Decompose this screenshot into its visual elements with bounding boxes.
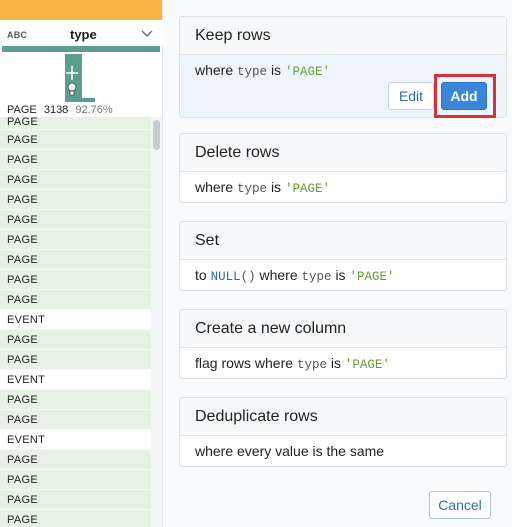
value-literal: 'PAGE' <box>344 358 390 372</box>
stat-count: 3138 <box>43 104 69 116</box>
scrollbar-thumb[interactable] <box>153 120 160 150</box>
suggestion-description: where type is 'PAGE' Edit Add <box>180 55 506 118</box>
value-literal: 'PAGE' <box>349 270 395 284</box>
string-type-icon[interactable]: ABC <box>7 30 27 40</box>
chevron-down-icon[interactable] <box>141 28 153 38</box>
histogram-bar-event[interactable] <box>65 98 95 102</box>
cursor-icon <box>66 66 78 96</box>
column-ref: type <box>301 270 332 284</box>
suggestion-title: Set <box>180 222 506 260</box>
column-ref: type <box>296 358 327 372</box>
suggestions-panel: Keep rows where type is 'PAGE' Edit Add … <box>163 0 512 527</box>
table-row[interactable]: PAGE <box>0 190 151 210</box>
table-row[interactable]: PAGE <box>0 290 151 310</box>
table-row[interactable]: PAGE <box>0 170 151 190</box>
column-quality-bar <box>2 46 160 52</box>
table-row[interactable]: PAGE <box>0 330 151 350</box>
table-row[interactable]: EVENT <box>0 370 151 390</box>
table-row[interactable]: PAGE <box>0 390 151 410</box>
edit-button[interactable]: Edit <box>388 82 434 110</box>
value-literal: 'PAGE' <box>284 182 330 196</box>
table-row[interactable]: PAGE <box>0 130 151 150</box>
suggestion-description: where every value is the same <box>195 443 385 459</box>
table-row[interactable]: PAGE <box>0 270 151 290</box>
text-is: is <box>330 355 341 371</box>
suggestion-title: Keep rows <box>180 17 506 55</box>
cancel-button[interactable]: Cancel <box>429 491 491 519</box>
table-row[interactable]: PAGE <box>0 350 151 370</box>
suggestion-description: where type is 'PAGE' <box>180 172 506 202</box>
function-parens: () <box>240 270 256 284</box>
table-row[interactable]: PAGE <box>0 117 151 130</box>
function-name: NULL <box>210 270 241 284</box>
table-row[interactable]: PAGE <box>0 410 151 430</box>
table-row[interactable]: PAGE <box>0 230 151 250</box>
suggestion-title: Create a new column <box>180 310 506 348</box>
text-prefix: flag rows where <box>195 355 294 371</box>
table-row[interactable]: PAGE <box>0 150 151 170</box>
suggestion-title: Delete rows <box>180 134 506 172</box>
text-where: where <box>195 62 234 78</box>
table-row[interactable]: PAGE <box>0 210 151 230</box>
suggestion-title: Deduplicate rows <box>180 398 506 436</box>
add-button-highlight <box>434 74 496 118</box>
text-is: is <box>335 267 346 283</box>
column-header-strip <box>0 0 162 20</box>
column-ref: type <box>237 182 268 196</box>
table-row[interactable]: PAGE <box>0 490 151 510</box>
table-row[interactable]: PAGE <box>0 470 151 490</box>
suggestion-delete-rows[interactable]: Delete rows where type is 'PAGE' <box>179 133 507 203</box>
column-panel: ABC type PAGE 3138 92.76% PAGE PAGE PAGE… <box>0 0 163 527</box>
suggestion-deduplicate[interactable]: Deduplicate rows where every value is th… <box>179 397 507 467</box>
column-name: type <box>70 27 97 42</box>
text-where: where <box>259 267 298 283</box>
text-is: is <box>270 62 282 78</box>
scrollbar-track[interactable] <box>151 117 162 527</box>
text-is: is <box>270 179 282 195</box>
table-row[interactable]: EVENT <box>0 310 151 330</box>
histogram-stats: PAGE 3138 92.76% <box>7 104 113 116</box>
table-row[interactable]: PAGE <box>0 250 151 270</box>
stat-percent: 92.76% <box>75 104 113 116</box>
text-to: to <box>195 267 207 283</box>
suggestion-description: flag rows where type is 'PAGE' <box>180 348 506 378</box>
column-rows: PAGE PAGE PAGE PAGE PAGE PAGE PAGE PAGE … <box>0 117 151 527</box>
column-ref: type <box>237 65 268 79</box>
table-row[interactable]: EVENT <box>0 430 151 450</box>
text-where: where <box>195 179 234 195</box>
suggestion-set[interactable]: Set to NULL() where type is 'PAGE' <box>179 221 507 291</box>
table-row[interactable]: PAGE <box>0 510 151 527</box>
stat-value: PAGE <box>7 104 37 116</box>
suggestion-keep-rows[interactable]: Keep rows where type is 'PAGE' Edit Add <box>179 16 507 118</box>
value-literal: 'PAGE' <box>284 65 330 79</box>
column-header[interactable]: ABC type <box>0 20 163 46</box>
suggestion-description: to NULL() where type is 'PAGE' <box>180 260 506 290</box>
suggestion-create-column[interactable]: Create a new column flag rows where type… <box>179 309 507 379</box>
table-row[interactable]: PAGE <box>0 450 151 470</box>
